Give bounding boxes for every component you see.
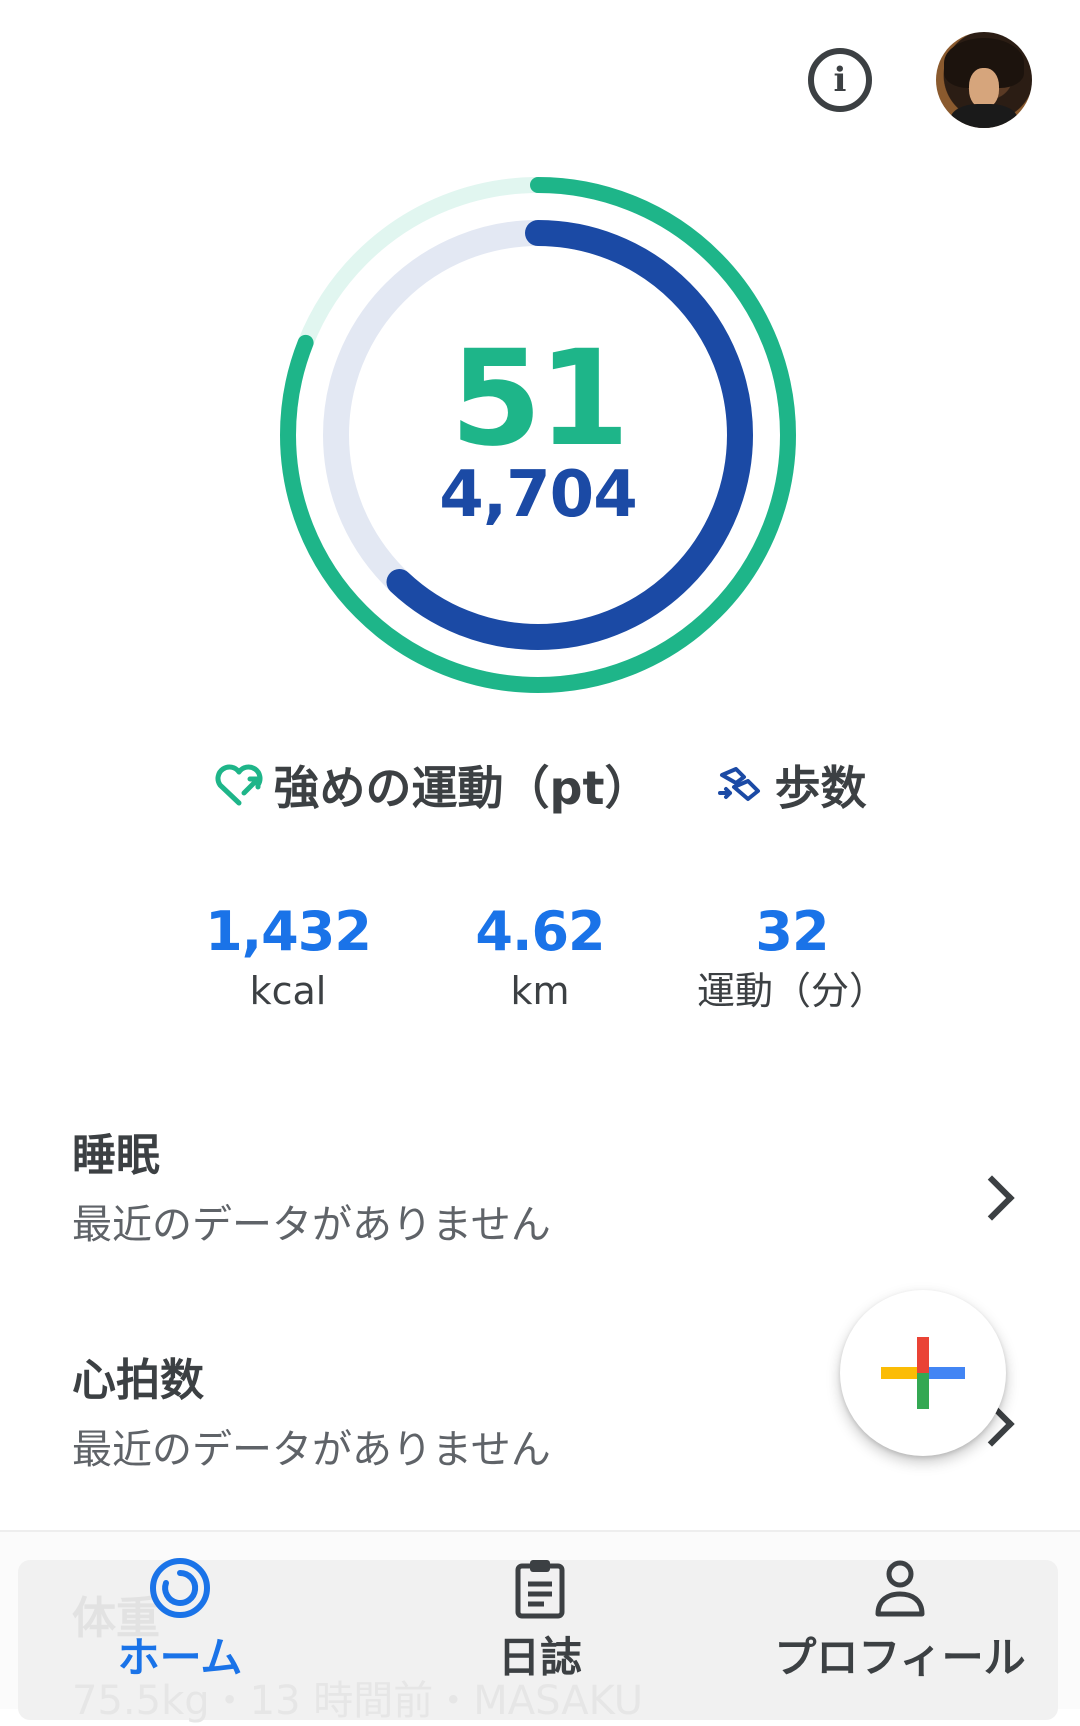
person-icon bbox=[875, 1560, 925, 1617]
nav-journal-label: 日誌 bbox=[497, 1633, 582, 1682]
profile-avatar[interactable] bbox=[936, 32, 1032, 128]
stat-value: 1,432 bbox=[205, 900, 372, 963]
steps-icon bbox=[718, 767, 761, 801]
card-title: 睡眠 bbox=[72, 1130, 160, 1181]
nav-profile[interactable]: プロフィール bbox=[750, 1556, 1050, 1685]
journal-clipboard-icon bbox=[515, 1560, 565, 1619]
legend-steps: 歩数 bbox=[714, 752, 866, 818]
stat-value: 32 bbox=[755, 900, 829, 963]
ring-legend: 強めの運動（pt） 歩数 bbox=[0, 750, 1080, 820]
stat-calories: 1,432 kcal bbox=[168, 905, 408, 1013]
card-sleep[interactable]: 睡眠 最近のデータがありません bbox=[72, 1130, 1012, 1249]
stat-value: 4.62 bbox=[475, 900, 605, 963]
steps-value: 4,704 bbox=[439, 458, 637, 532]
info-button[interactable]: i bbox=[808, 48, 872, 112]
heart-points-value: 51 bbox=[450, 322, 630, 476]
heart-points-icon bbox=[215, 764, 262, 806]
plus-icon bbox=[881, 1337, 965, 1409]
nav-home[interactable]: ホーム bbox=[30, 1556, 330, 1685]
stat-unit: 運動（分） bbox=[696, 969, 887, 1013]
info-icon: i bbox=[833, 60, 847, 100]
stat-unit: kcal bbox=[249, 969, 327, 1013]
stat-move-minutes: 32 運動（分） bbox=[672, 905, 912, 1013]
nav-journal[interactable]: 日誌 bbox=[390, 1556, 690, 1685]
legend-steps-label: 歩数 bbox=[774, 761, 867, 815]
legend-heart-points-label: 強めの運動（pt） bbox=[273, 761, 651, 815]
stat-unit: km bbox=[510, 969, 570, 1013]
legend-heart-points: 強めの運動（pt） bbox=[214, 752, 651, 818]
ring-center: 51 4,704 bbox=[268, 165, 808, 705]
home-ring-icon bbox=[150, 1558, 210, 1618]
nav-profile-label: プロフィール bbox=[774, 1633, 1026, 1682]
nav-home-label: ホーム bbox=[117, 1633, 243, 1682]
stat-distance: 4.62 km bbox=[420, 905, 660, 1013]
add-fab-button[interactable] bbox=[840, 1290, 1006, 1456]
card-subtitle: 最近のデータがありません bbox=[72, 1201, 551, 1248]
